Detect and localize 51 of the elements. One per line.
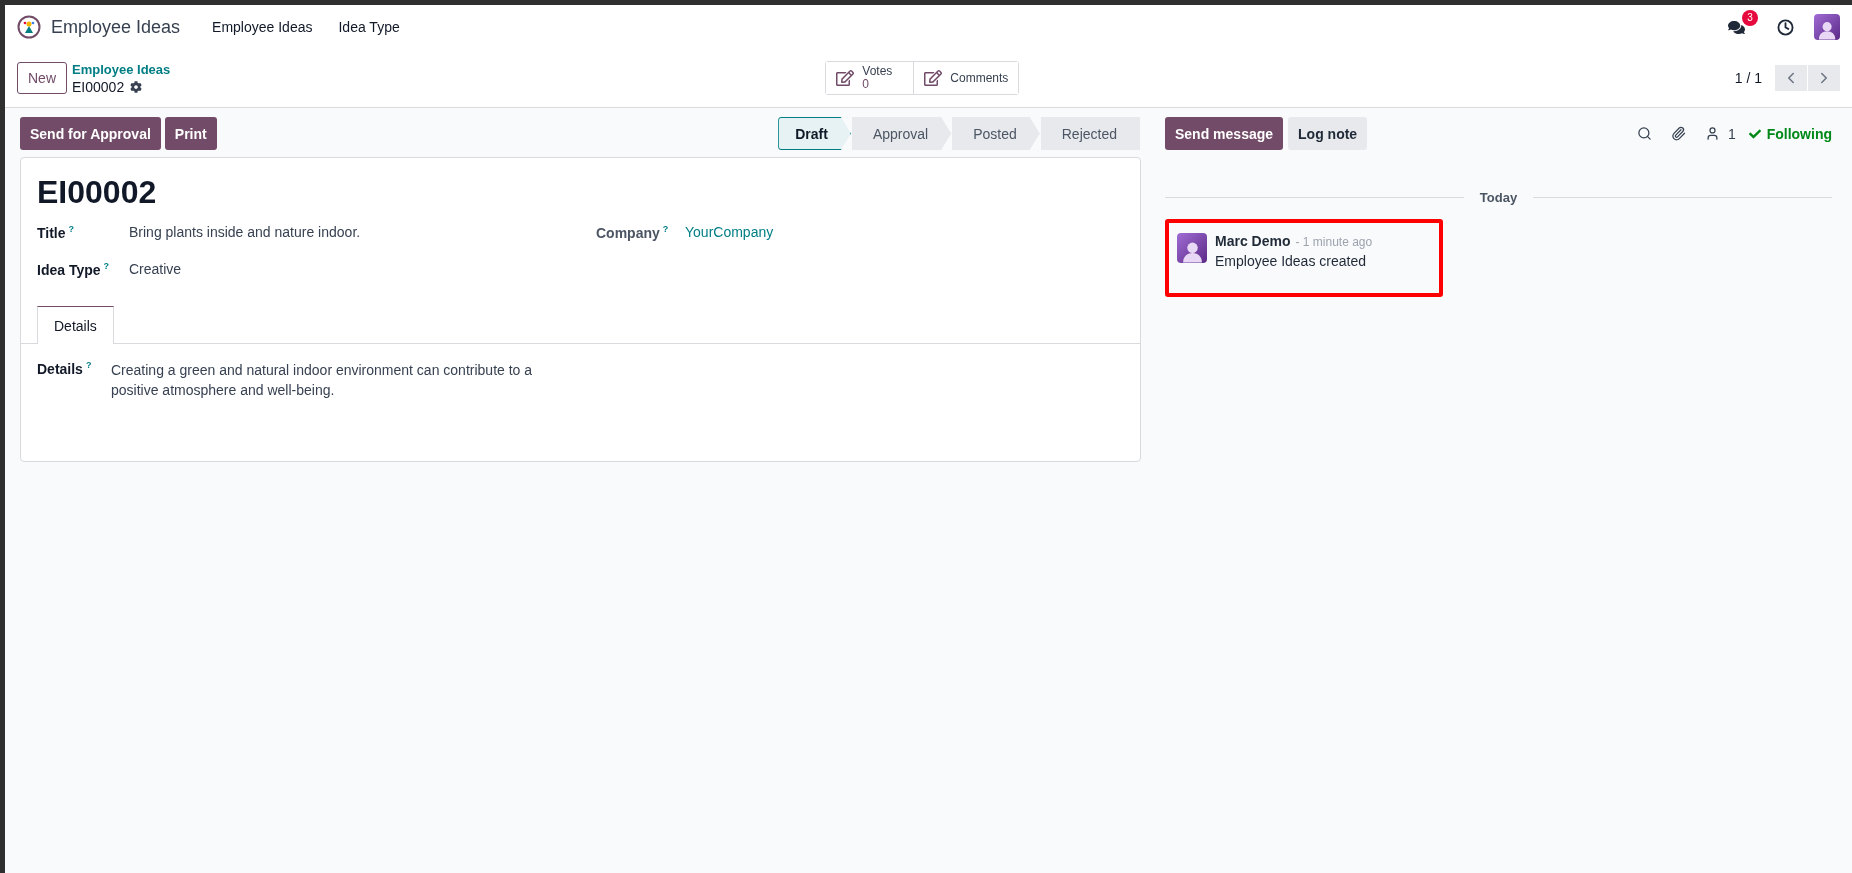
help-tooltip-mark[interactable]: ?	[68, 224, 75, 234]
user-avatar[interactable]	[1814, 14, 1840, 40]
action-button[interactable]: Send for Approval	[20, 117, 161, 150]
help-tooltip-mark[interactable]: ?	[662, 224, 669, 234]
message-time: - 1 minute ago	[1295, 235, 1373, 249]
smart-button[interactable]: Votes 0	[826, 62, 915, 94]
previous-button[interactable]	[1775, 65, 1807, 91]
field-label: Company $^{?}$	[596, 224, 670, 241]
stage-button[interactable]: Posted	[952, 117, 1040, 150]
next-button[interactable]	[1808, 65, 1840, 91]
following-button[interactable]: Following	[1748, 125, 1832, 142]
chatter-button[interactable]: Log note	[1288, 117, 1368, 150]
form-tab[interactable]: Details	[37, 306, 114, 344]
paperclip-icon[interactable]	[1670, 126, 1686, 141]
settings-icon[interactable]	[130, 80, 143, 93]
edit-icon	[924, 69, 943, 87]
followers-count[interactable]: 1	[1727, 125, 1736, 142]
pager-counter: 1 / 1	[1734, 70, 1762, 86]
message-body: Employee Ideas created	[1215, 253, 1367, 269]
help-tooltip-mark[interactable]: ?	[103, 261, 110, 271]
breadcrumb-link[interactable]: Employee Ideas	[72, 61, 171, 77]
field-value: Creating a green and natural indoor environment can contribute to a positive atmosphere and well-being.	[111, 361, 534, 400]
field-value: Bring plants inside and nature indoor.	[129, 224, 361, 240]
menu-item[interactable]: Idea Type	[330, 19, 408, 35]
author-name: Marc Demo	[1215, 233, 1291, 249]
stage-button[interactable]: Rejected	[1040, 117, 1140, 150]
action-button[interactable]: Print	[164, 117, 217, 150]
stage-button[interactable]: Draft	[778, 117, 851, 150]
help-tooltip-mark[interactable]: ?	[85, 360, 92, 370]
stage-button[interactable]: Approval	[851, 117, 952, 150]
check-icon	[1748, 127, 1761, 140]
search-icon[interactable]	[1636, 126, 1652, 141]
field-label: Title $^{?}$	[37, 224, 76, 241]
author-avatar	[1177, 233, 1207, 263]
logo-icon[interactable]	[17, 15, 41, 39]
record-name: EI00002	[72, 78, 125, 95]
clock-icon[interactable]	[1777, 18, 1794, 36]
field-label: Details $^{?}$	[37, 360, 93, 379]
menu-item[interactable]: Employee Ideas	[204, 19, 321, 35]
company-link[interactable]: YourCompany	[685, 224, 774, 240]
user-icon[interactable]	[1704, 126, 1720, 141]
record-reference: EI00002	[36, 173, 158, 212]
messages-icon[interactable]	[1728, 18, 1745, 36]
chatter-button[interactable]: Send message	[1165, 117, 1284, 150]
field-value: Creative	[129, 261, 182, 277]
date-divider: Today	[1479, 190, 1518, 205]
app-title: Employee Ideas	[51, 16, 181, 38]
new-button[interactable]: New	[17, 62, 67, 94]
edit-icon	[836, 69, 855, 87]
field-label: Idea Type $^{?}$	[37, 261, 111, 278]
unread-badge: 3	[1742, 9, 1758, 26]
